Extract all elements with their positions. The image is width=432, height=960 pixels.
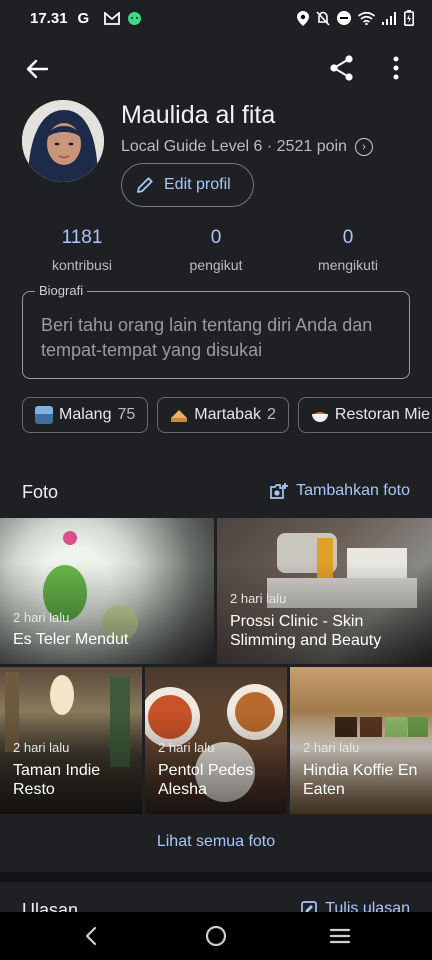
chip-label: Martabak [194,406,261,423]
gmail-icon [104,11,121,25]
wifi-icon [358,11,375,25]
system-navigation-bar [0,912,432,960]
profile-stats: 1181 kontribusi 0 pengikut 0 mengikuti [0,227,432,277]
photo-tile[interactable]: 2 hari lalu Hindia Koffie En Eaten [290,667,432,814]
photos-section-title: Foto [22,482,59,502]
local-guide-level[interactable]: Local Guide Level 6 · 2521 poin › [121,138,373,156]
chip-malang[interactable]: Malang 75 [22,397,149,433]
nav-back-icon[interactable] [80,924,104,948]
status-time: 17.31 [30,9,68,27]
pencil-icon [137,177,153,193]
add-photo-icon [270,482,289,499]
chip-label: Malang [59,406,112,423]
photo-place-name: Taman Indie Resto [13,762,101,798]
noodle-bowl-icon [311,412,328,422]
stat-value: 1181 [61,227,103,248]
back-arrow-icon[interactable] [22,54,52,84]
bio-legend: Biografi [35,283,88,298]
status-bar: 17.31 G [0,0,432,36]
photo-date: 2 hari lalu [230,591,287,606]
stat-label: kontribusi [52,257,112,273]
photo-place-name: Pentol Pedes Alesha [158,762,254,798]
photo-tile[interactable]: 2 hari lalu Es Teler Mendut [0,518,214,664]
bio-placeholder: Beri tahu orang lain tentang diri Anda d… [41,315,373,360]
chip-count: 75 [117,406,136,423]
bio-field[interactable]: Biografi Beri tahu orang lain tentang di… [22,283,410,379]
photo-place-name: Es Teler Mendut [13,631,129,648]
photo-date: 2 hari lalu [13,740,70,755]
avatar[interactable] [22,100,104,182]
local-guide-level-text: Local Guide Level 6 · 2521 poin [121,138,347,155]
add-photo-button[interactable]: Tambahkan foto [270,482,410,500]
see-all-photos-link[interactable]: Lihat semua foto [0,833,432,851]
stat-followers[interactable]: 0 pengikut [156,227,276,273]
photo-place-name: Prossi Clinic - Skin Slimming and Beauty [230,613,382,649]
city-icon [35,406,53,424]
photo-date: 2 hari lalu [158,740,215,755]
stat-value: 0 [342,227,354,248]
avatar-image [22,100,104,182]
profile-name: Maulida al fita [121,101,276,129]
section-divider [0,872,432,882]
photo-tile[interactable]: 2 hari lalu Pentol Pedes Alesha [145,667,287,814]
photos-section-header: Foto Tambahkan foto [22,478,410,506]
mute-icon [316,10,330,26]
chip-restoran-mie[interactable]: Restoran Mie [297,397,432,433]
dnd-icon [337,11,351,25]
chip-label: Restoran Mie [334,406,431,423]
stat-label: pengikut [189,257,243,273]
android-icon [128,12,142,25]
stat-following[interactable]: 0 mengikuti [288,227,408,273]
stat-contributions[interactable]: 1181 kontribusi [22,227,142,273]
photo-tile[interactable]: 2 hari lalu Taman Indie Resto [0,667,142,814]
martabak-icon [171,410,188,422]
chevron-right-icon: › [354,138,373,156]
location-icon [297,10,309,26]
photo-date: 2 hari lalu [303,740,360,755]
top-app-bar [0,48,432,88]
edit-profile-button[interactable]: Edit profil [121,163,254,207]
photo-place-name: Hindia Koffie En Eaten [303,762,418,798]
nav-home-icon[interactable] [204,924,228,948]
chip-martabak[interactable]: Martabak 2 [157,397,289,433]
stat-label: mengikuti [318,257,378,273]
share-icon[interactable] [328,54,356,82]
signal-icon [382,11,396,25]
interest-chips: Malang 75 Martabak 2 Restoran Mie [22,397,432,435]
stat-value: 0 [210,227,222,248]
photo-date: 2 hari lalu [13,610,70,625]
google-g-icon: G [77,9,90,27]
add-photo-label: Tambahkan foto [296,482,410,499]
more-vert-icon[interactable] [384,54,408,82]
photo-tile[interactable]: 2 hari lalu Prossi Clinic - Skin Slimmin… [217,518,432,664]
battery-icon [404,10,414,26]
edit-profile-label: Edit profil [164,176,231,193]
nav-recents-icon[interactable] [328,924,352,948]
photo-grid: 2 hari lalu Es Teler Mendut 2 hari lalu … [0,518,432,814]
chip-count: 2 [266,406,276,423]
